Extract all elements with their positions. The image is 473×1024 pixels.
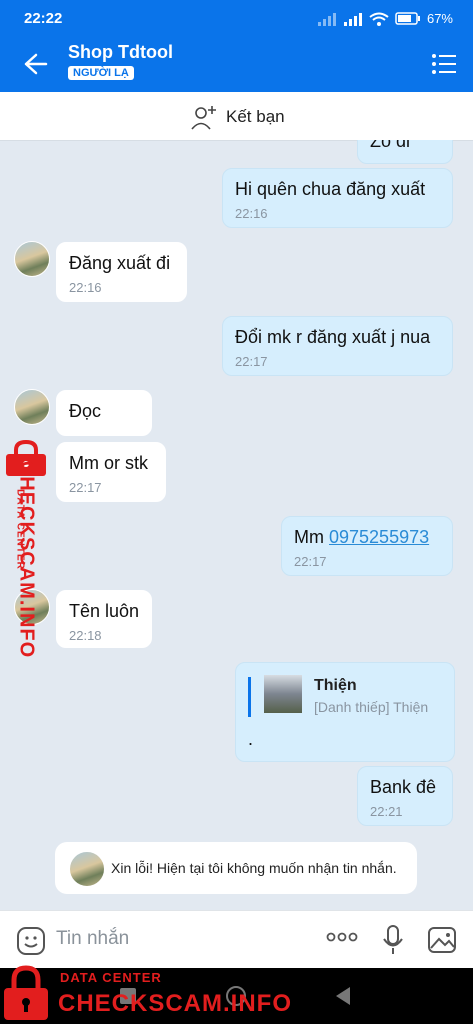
watermark-bottom: DATA CENTER CHECKSCAM.INFO <box>0 964 300 1024</box>
status-time: 22:22 <box>24 10 63 27</box>
avatar[interactable] <box>14 241 50 277</box>
message-list[interactable]: Zô đi Hi quên chua đăng xuất 22:16 Đăng … <box>0 140 473 910</box>
message-bubble[interactable]: Zô đi <box>357 140 453 164</box>
message-text: Đổi mk r đăng xuất j nua <box>235 327 431 347</box>
status-bar: 22:22 67% <box>0 0 473 38</box>
message-text: Zô đi <box>370 140 411 151</box>
chat-header: Shop Tdtool NGƯỜI LẠ <box>0 38 473 92</box>
image-icon[interactable] <box>427 926 457 954</box>
back-arrow-icon[interactable] <box>18 50 50 78</box>
signal-icon <box>343 12 362 26</box>
message-bubble[interactable]: Đổi mk r đăng xuất j nua 22:17 <box>222 316 453 376</box>
contact-card-photo <box>264 675 302 713</box>
add-user-icon <box>191 106 216 130</box>
message-time: 22:18 <box>69 628 102 643</box>
battery-icon <box>395 12 420 25</box>
contact-card-name: Thiện <box>314 677 357 694</box>
message-text-prefix: Mm <box>294 527 329 547</box>
message-text: Bank đê <box>370 777 437 797</box>
message-bubble[interactable]: Mm or stk 22:17 <box>56 442 166 502</box>
message-time: 22:21 <box>370 804 403 819</box>
more-options-icon[interactable] <box>326 931 358 943</box>
add-friend-bar: Kết bạn <box>0 92 473 141</box>
message-input[interactable]: Tin nhắn <box>56 928 129 950</box>
message-time: 22:16 <box>69 280 102 295</box>
message-time: 22:17 <box>235 354 268 369</box>
message-bubble[interactable]: Đăng xuất đi 22:16 <box>56 242 187 302</box>
stranger-badge: NGƯỜI LẠ <box>68 66 134 80</box>
watermark-text: CHECKSCAM.INFO <box>58 990 292 1017</box>
battery-percent: 67% <box>426 11 453 26</box>
message-composer: Tin nhắn <box>0 910 473 969</box>
contact-card-message[interactable]: Thiện [Danh thiếp] Thiện . <box>235 662 455 762</box>
message-bubble[interactable]: Bank đê 22:21 <box>357 766 453 826</box>
sticker-icon[interactable] <box>16 926 46 956</box>
phone-link[interactable]: 0975255973 <box>329 527 429 547</box>
lock-icon <box>4 965 48 1020</box>
wifi-icon <box>369 12 389 26</box>
message-time: 22:16 <box>235 206 268 221</box>
message-bubble[interactable]: Đọc <box>56 390 152 436</box>
back-button[interactable] <box>336 987 350 1005</box>
auto-reply-notice: Xin lỗi! Hiện tại tôi không muốn nhận ti… <box>55 842 417 894</box>
quote-bar <box>248 677 251 717</box>
message-text: Mm or stk <box>69 453 148 473</box>
message-text: . <box>248 729 254 749</box>
message-time: 22:17 <box>69 480 102 495</box>
message-text: Tên luôn <box>69 601 140 621</box>
contact-name[interactable]: Shop Tdtool <box>68 42 173 63</box>
add-friend-button[interactable]: Kết bạn <box>190 104 285 130</box>
message-text: Mm 0975255973 <box>294 527 440 548</box>
contact-card-subtitle: [Danh thiếp] Thiện <box>314 699 429 715</box>
microphone-icon[interactable] <box>382 924 404 956</box>
avatar[interactable] <box>14 389 50 425</box>
watermark-side: DATA CENTER CHECKSCAM.INFO <box>4 440 50 670</box>
watermark-text: CHECKSCAM.INFO <box>15 460 38 659</box>
signal-icon <box>317 12 336 26</box>
message-bubble[interactable]: Tên luôn 22:18 <box>56 590 152 648</box>
message-bubble[interactable]: Mm 0975255973 22:17 <box>281 516 453 576</box>
menu-list-icon[interactable] <box>431 52 457 76</box>
message-text: Đăng xuất đi <box>69 253 171 273</box>
message-text: Đọc <box>69 401 102 421</box>
avatar <box>69 851 105 887</box>
message-bubble[interactable]: Hi quên chua đăng xuất 22:16 <box>222 168 453 228</box>
watermark-label: DATA CENTER <box>60 970 162 985</box>
add-friend-label: Kết bạn <box>226 107 285 126</box>
message-time: 22:17 <box>294 554 327 569</box>
message-text: Hi quên chua đăng xuất <box>235 179 426 199</box>
notice-text: Xin lỗi! Hiện tại tôi không muốn nhận ti… <box>111 860 397 876</box>
status-icons: 67% <box>317 11 453 26</box>
